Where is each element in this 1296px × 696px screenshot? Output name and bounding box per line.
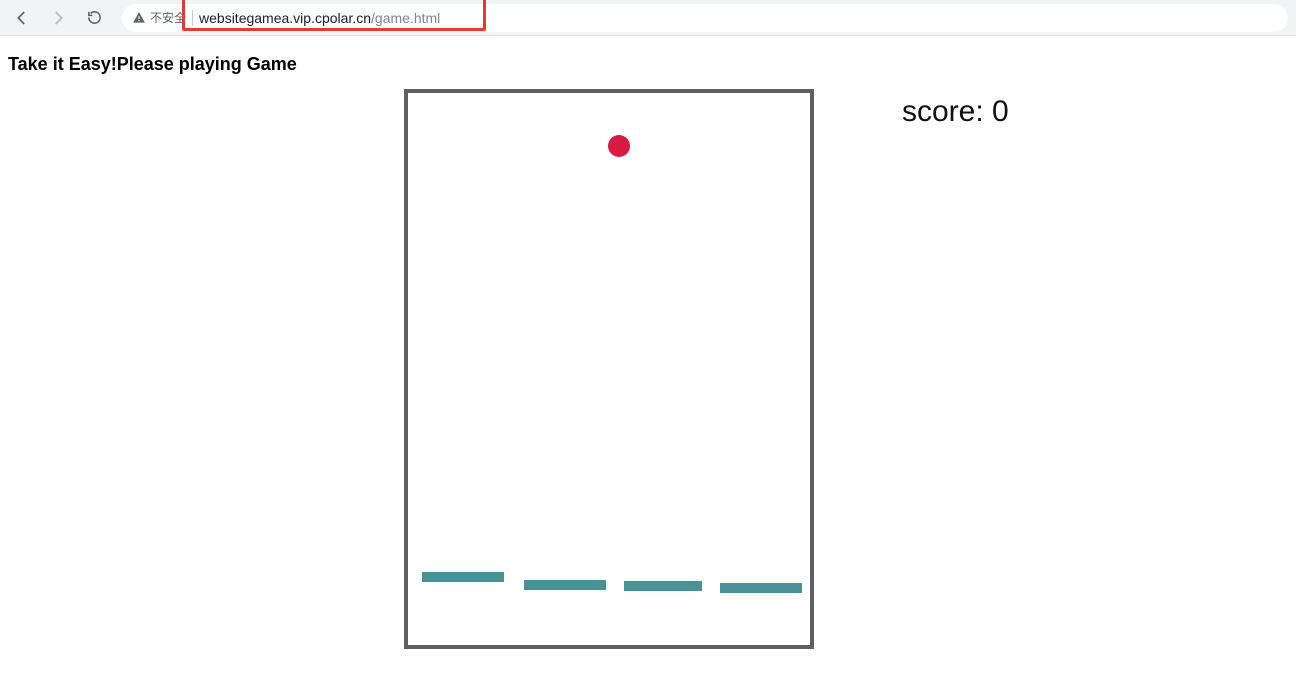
arrow-right-icon — [49, 9, 67, 27]
url-text: websitegamea.vip.cpolar.cn/game.html — [199, 10, 440, 26]
page-content: Take it Easy!Please playing Game score: … — [0, 36, 1296, 649]
score-area: score: 0 — [902, 95, 1009, 129]
forward-button[interactable] — [44, 4, 72, 32]
warning-icon — [132, 11, 146, 25]
arrow-left-icon — [13, 9, 31, 27]
separator — [192, 10, 193, 26]
game-platform — [624, 581, 702, 591]
url-path: /game.html — [371, 10, 440, 26]
reload-icon — [86, 9, 103, 26]
game-platform — [524, 580, 606, 590]
score-label: score: — [902, 95, 992, 128]
back-button[interactable] — [8, 4, 36, 32]
game-ball — [608, 135, 630, 157]
score-text: score: 0 — [902, 95, 1009, 128]
score-value: 0 — [992, 95, 1009, 128]
game-platform — [720, 583, 802, 593]
browser-toolbar: 不安全 websitegamea.vip.cpolar.cn/game.html — [0, 0, 1296, 36]
game-wrapper: score: 0 — [8, 89, 1288, 649]
address-bar[interactable]: 不安全 websitegamea.vip.cpolar.cn/game.html — [122, 4, 1288, 32]
security-warning: 不安全 — [132, 9, 186, 26]
url-host: websitegamea.vip.cpolar.cn — [199, 10, 371, 26]
game-platform — [422, 572, 504, 582]
security-label: 不安全 — [150, 9, 186, 26]
game-canvas[interactable] — [404, 89, 814, 649]
page-heading: Take it Easy!Please playing Game — [8, 54, 1288, 75]
reload-button[interactable] — [80, 4, 108, 32]
